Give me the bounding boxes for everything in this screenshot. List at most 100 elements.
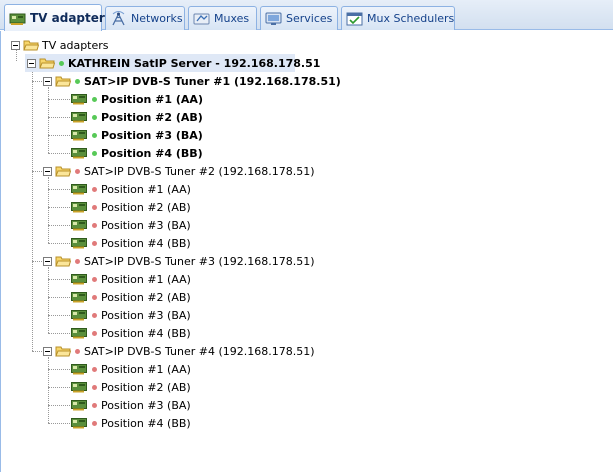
folder-open-icon [55, 256, 71, 267]
tree-node-position[interactable]: Position #4 (BB) [71, 144, 203, 162]
tab-label: TV adapters [30, 11, 112, 25]
status-online-icon [92, 132, 97, 138]
tree-node-label: Position #1 (AA) [101, 92, 203, 106]
antenna-icon [112, 11, 125, 26]
status-offline-icon [92, 204, 97, 210]
tree-node-label: TV adapters [42, 38, 109, 52]
tree-node-position[interactable]: Position #4 (BB) [71, 414, 191, 432]
adapter-card-icon [71, 112, 87, 123]
status-offline-icon [92, 186, 97, 192]
status-offline-icon [92, 366, 97, 372]
tv-icon [265, 12, 282, 25]
adapter-card-icon [71, 274, 87, 285]
tab-services[interactable]: Services [260, 6, 338, 30]
collapse-toggle-icon[interactable] [43, 256, 52, 266]
tab-tv-adapters[interactable]: TV adapters [4, 4, 112, 31]
tree-node-position[interactable]: Position #4 (BB) [71, 234, 191, 252]
tree-node-label: Position #2 (AB) [101, 380, 191, 394]
status-offline-icon [75, 258, 80, 264]
adapter-card-icon [71, 292, 87, 303]
tree-node-label: Position #1 (AA) [101, 182, 191, 196]
tab-label: Mux Schedulers [367, 12, 455, 25]
adapter-card-icon [71, 94, 87, 105]
tab-label: Networks [131, 12, 183, 25]
tree-node-position[interactable]: Position #2 (AB) [71, 378, 191, 396]
tree-node-position[interactable]: Position #3 (BA) [71, 396, 191, 414]
tab-mux-schedulers[interactable]: Mux Schedulers [341, 6, 455, 30]
status-offline-icon [92, 420, 97, 426]
collapse-toggle-icon[interactable] [11, 40, 20, 50]
tree-node-tuner[interactable]: SAT>IP DVB-S Tuner #1 (192.168.178.51) [43, 72, 341, 90]
folder-open-icon [55, 76, 71, 87]
tree-node-label: Position #4 (BB) [101, 236, 191, 250]
status-offline-icon [75, 168, 80, 174]
adapter-card-icon [71, 382, 87, 393]
adapter-card-icon [71, 148, 87, 159]
adapter-card-icon [71, 130, 87, 141]
tab-bar: TV adapters Networks Muxes Services Mux … [0, 0, 613, 31]
tree-node-position[interactable]: Position #2 (AB) [71, 198, 191, 216]
tree-node-tuner[interactable]: SAT>IP DVB-S Tuner #2 (192.168.178.51) [43, 162, 315, 180]
status-offline-icon [92, 294, 97, 300]
folder-open-icon [39, 58, 55, 69]
status-offline-icon [92, 222, 97, 228]
tree-node-position[interactable]: Position #1 (AA) [71, 360, 191, 378]
tree-node-label: Position #4 (BB) [101, 326, 191, 340]
tree-node-label: SAT>IP DVB-S Tuner #2 (192.168.178.51) [84, 164, 315, 178]
tree-node-server[interactable]: KATHREIN SatIP Server - 192.168.178.51 [25, 54, 320, 72]
tree-node-position[interactable]: Position #1 (AA) [71, 180, 191, 198]
status-online-icon [59, 60, 64, 66]
tree-node-label: Position #3 (BA) [101, 398, 191, 412]
status-offline-icon [92, 240, 97, 246]
tree-node-label: Position #2 (AB) [101, 200, 191, 214]
tree-node-label: Position #2 (AB) [101, 110, 203, 124]
status-online-icon [75, 78, 80, 84]
tab-label: Muxes [214, 12, 250, 25]
tree-node-position[interactable]: Position #1 (AA) [71, 270, 191, 288]
tree-node-position[interactable]: Position #3 (BA) [71, 126, 203, 144]
tree-node-label: Position #4 (BB) [101, 146, 203, 160]
tree-node-tuner[interactable]: SAT>IP DVB-S Tuner #4 (192.168.178.51) [43, 342, 315, 360]
adapter-card-icon [71, 184, 87, 195]
adapter-card-icon [71, 418, 87, 429]
adapter-card-icon [71, 310, 87, 321]
tab-networks[interactable]: Networks [105, 6, 185, 30]
tree-node-position[interactable]: Position #2 (AB) [71, 108, 203, 126]
tree-node-label: Position #3 (BA) [101, 218, 191, 232]
collapse-toggle-icon[interactable] [43, 346, 52, 356]
tree-node-label: Position #4 (BB) [101, 416, 191, 430]
folder-open-icon [23, 40, 39, 51]
collapse-toggle-icon[interactable] [43, 166, 52, 176]
tree-node-position[interactable]: Position #3 (BA) [71, 306, 191, 324]
tree-node-tuner[interactable]: SAT>IP DVB-S Tuner #3 (192.168.178.51) [43, 252, 315, 270]
tree-root-tv-adapters[interactable]: TV adapters [11, 36, 109, 54]
tree-node-label: Position #3 (BA) [101, 128, 203, 142]
adapter-tree: TV adapters KATHREIN SatIP Server - 192.… [0, 31, 613, 472]
calendar-icon [346, 12, 363, 26]
tree-node-label: SAT>IP DVB-S Tuner #1 (192.168.178.51) [84, 74, 341, 88]
adapter-card-icon [71, 238, 87, 249]
tree-node-position[interactable]: Position #3 (BA) [71, 216, 191, 234]
status-offline-icon [92, 330, 97, 336]
status-online-icon [92, 114, 97, 120]
tree-node-position[interactable]: Position #1 (AA) [71, 90, 203, 108]
status-offline-icon [92, 402, 97, 408]
collapse-toggle-icon[interactable] [27, 58, 36, 68]
adapter-card-icon [71, 328, 87, 339]
tree-node-label: SAT>IP DVB-S Tuner #4 (192.168.178.51) [84, 344, 315, 358]
mux-icon [193, 13, 210, 25]
status-offline-icon [92, 384, 97, 390]
collapse-toggle-icon[interactable] [43, 76, 52, 86]
tree-node-position[interactable]: Position #2 (AB) [71, 288, 191, 306]
adapter-card-icon [71, 364, 87, 375]
adapter-card-icon [9, 13, 26, 25]
tree-node-label: Position #1 (AA) [101, 272, 191, 286]
adapter-card-icon [71, 400, 87, 411]
status-offline-icon [75, 348, 80, 354]
status-online-icon [92, 96, 97, 102]
folder-open-icon [55, 346, 71, 357]
tab-label: Services [286, 12, 333, 25]
status-offline-icon [92, 312, 97, 318]
tab-muxes[interactable]: Muxes [188, 6, 257, 30]
tree-node-position[interactable]: Position #4 (BB) [71, 324, 191, 342]
